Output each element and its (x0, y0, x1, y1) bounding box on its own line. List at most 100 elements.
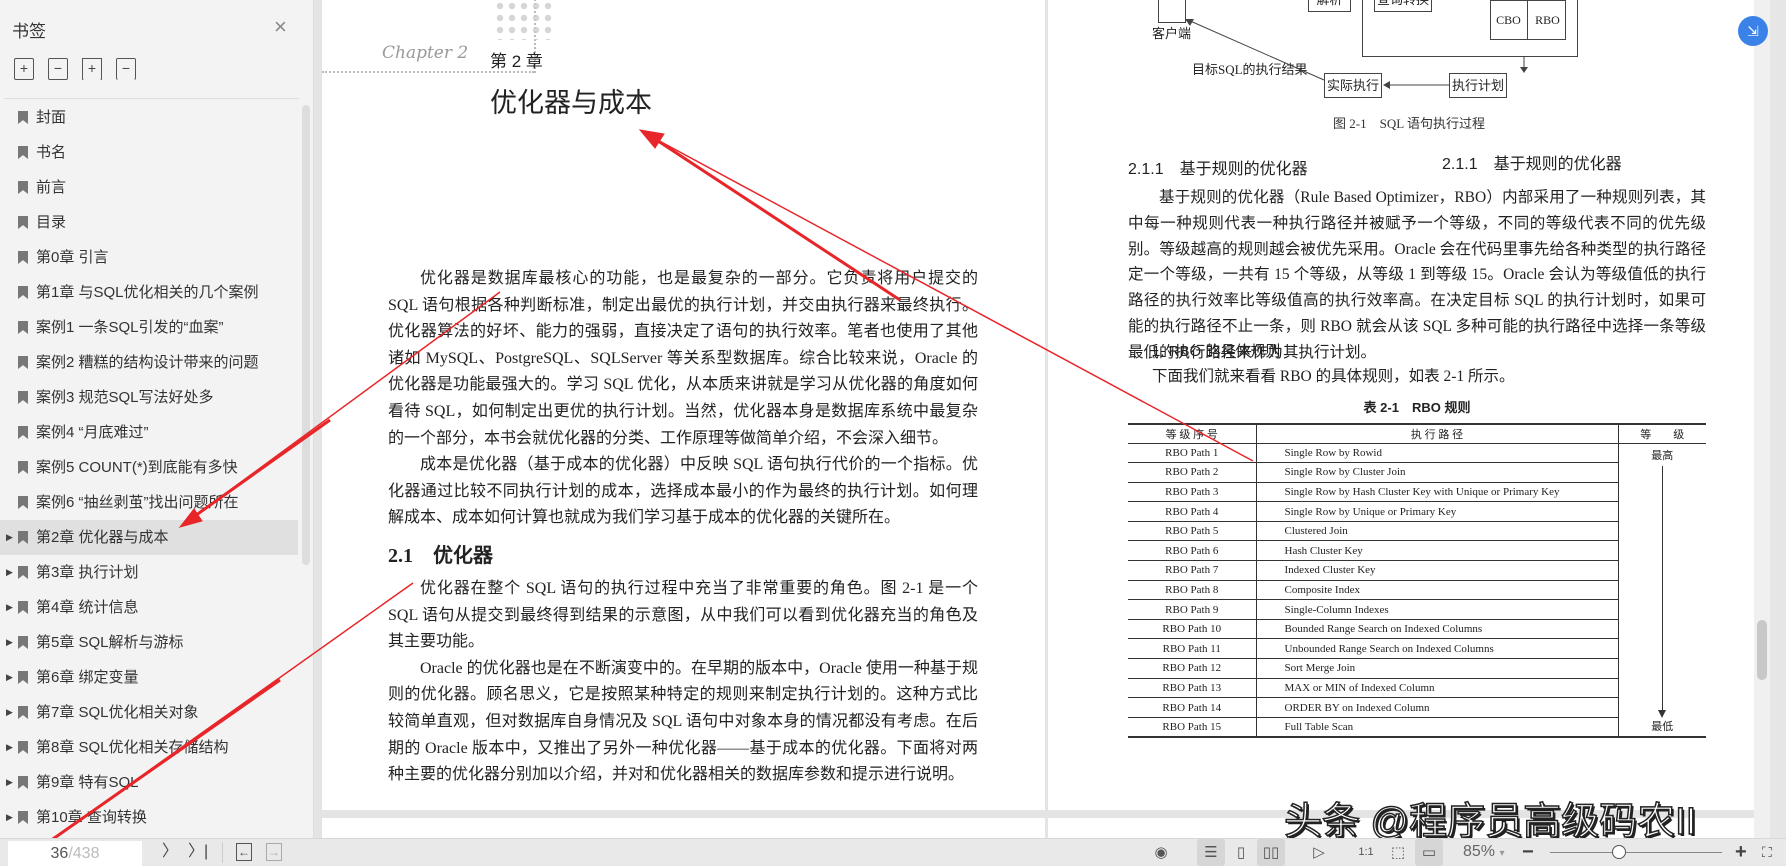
bookmark-label: 第0章 引言 (36, 249, 109, 266)
vertical-scrollbar[interactable] (1754, 0, 1770, 838)
expand-arrow-icon[interactable]: ▶ (6, 660, 13, 695)
paragraph: 成本是优化器（基于成本的优化器）中反映 SQL 语句执行代价的一个指标。优化器通… (388, 456, 978, 527)
bookmark-icon (18, 146, 28, 159)
expand-arrow-icon[interactable]: ▶ (6, 800, 13, 835)
bookmark-item[interactable]: 案例3 规范SQL写法好处多 (0, 380, 298, 415)
zoom-out-button[interactable]: − (1522, 842, 1534, 862)
sidebar-scrollbar[interactable] (302, 105, 310, 565)
fit-page-icon[interactable]: ⬚ (1384, 839, 1412, 866)
rank-number: RBO Path 14 (1128, 697, 1257, 718)
bookmark-item[interactable]: ▶ 第3章 执行计划 (0, 555, 298, 590)
bookmark-icon (18, 601, 28, 614)
close-icon[interactable]: × (274, 14, 287, 40)
rank-number: RBO Path 1 (1128, 443, 1257, 463)
bookmark-item[interactable]: ▶ 第8章 SQL优化相关存储结构 (0, 730, 298, 765)
bookmark-item[interactable]: ▶ 第6章 绑定变量 (0, 660, 298, 695)
bookmark-item[interactable]: ▶ 第5章 SQL解析与游标 (0, 625, 298, 660)
bookmark-item[interactable]: 封面 (0, 100, 298, 135)
bookmark-item[interactable]: 案例6 “抽丝剥茧”找出问题所在 (0, 485, 298, 520)
zoom-in-button[interactable]: + (1735, 842, 1747, 862)
bookmark-item[interactable]: 案例4 “月底难过” (0, 415, 298, 450)
execution-path: Single Row by Rowid (1256, 443, 1619, 463)
execution-path: Bounded Range Search on Indexed Columns (1256, 619, 1619, 639)
chevron-down-icon: ▾ (1499, 848, 1505, 859)
bookmark-item[interactable]: 前言 (0, 170, 298, 205)
eye-protection-icon[interactable]: ◉ (1147, 839, 1175, 866)
two-page-icon[interactable]: ▯▯ (1257, 839, 1285, 866)
rank-number: RBO Path 3 (1128, 482, 1257, 502)
next-page-button[interactable]: 〉 (162, 842, 178, 862)
expand-arrow-icon[interactable]: ▶ (6, 695, 13, 730)
bookmark-item[interactable]: 案例1 一条SQL引发的“血案” (0, 310, 298, 345)
continuous-view-icon[interactable]: ☰ (1197, 839, 1225, 866)
execution-path: Single-Column Indexes (1256, 599, 1619, 620)
rank-number: RBO Path 2 (1128, 462, 1257, 483)
forward-button[interactable]: → (266, 843, 282, 861)
bookmark-icon (18, 776, 28, 789)
bookmark-label: 第4章 统计信息 (36, 599, 139, 616)
expand-arrow-icon[interactable]: ▶ (6, 590, 13, 625)
expand-arrow-icon[interactable]: ▶ (6, 730, 13, 765)
fit-width-icon[interactable]: ▭ (1415, 839, 1443, 866)
scrollbar-thumb[interactable] (1757, 620, 1767, 680)
expand-all-icon[interactable]: + (14, 58, 34, 80)
bookmark-item[interactable]: ▶ 第10章 查询转换 (0, 800, 298, 835)
zoom-slider[interactable] (1550, 845, 1722, 859)
chapter-logo: Chapter 2 (382, 43, 469, 63)
rank-number: RBO Path 12 (1128, 658, 1257, 679)
last-page-button[interactable]: 〉| (188, 842, 208, 862)
rank-column: 最高 最低 (1618, 443, 1706, 737)
single-page-icon[interactable]: ▯ (1227, 839, 1255, 866)
subsection-heading: 2.1.1 基于规则的优化器 (1442, 156, 1622, 173)
remove-bookmark-icon[interactable]: − (116, 58, 136, 80)
expand-arrow-icon[interactable]: ▶ (6, 555, 13, 590)
bookmark-item[interactable]: 案例2 糟糕的结构设计带来的问题 (0, 345, 298, 380)
bookmark-label: 案例1 一条SQL引发的“血案” (36, 319, 224, 336)
rank-number: RBO Path 15 (1128, 717, 1257, 737)
bookmark-item[interactable]: 目录 (0, 205, 298, 240)
bookmark-item[interactable]: ▶ 第7章 SQL优化相关对象 (0, 695, 298, 730)
bookmark-label: 封面 (36, 109, 67, 126)
bookmark-item[interactable]: 第1章 与SQL优化相关的几个案例 (0, 275, 298, 310)
fullscreen-icon[interactable]: ⛶ (1762, 842, 1772, 862)
paragraph: 基于规则的优化器（Rule Based Optimizer，RBO）内部采用了一… (1128, 189, 1706, 361)
bookmark-item[interactable]: 案例5 COUNT(*)到底能有多快 (0, 450, 298, 485)
floating-action-icon[interactable]: ⇲ (1738, 16, 1768, 46)
add-bookmark-icon[interactable]: + (82, 58, 102, 80)
actual-size-button[interactable]: 1:1 (1352, 839, 1380, 866)
rule-intro: 下面我们就来看看 RBO 的具体规则，如表 2-1 所示。 (1152, 368, 1515, 385)
bookmark-label: 目录 (36, 214, 67, 231)
paragraph: 优化器在整个 SQL 语句的执行过程中充当了非常重要的角色。图 2-1 是一个 … (388, 580, 978, 651)
expand-arrow-icon[interactable]: ▶ (6, 520, 13, 555)
rbo-table: 等 级 序 号 执 行 路 径 等 级 RBO Path 1 Single Row… (1128, 423, 1706, 738)
zoom-select[interactable]: 85% ▾ (1463, 842, 1505, 864)
rank-number: RBO Path 8 (1128, 580, 1257, 600)
back-button[interactable]: ← (236, 843, 252, 861)
rank-number: RBO Path 5 (1128, 521, 1257, 541)
zoom-slider-knob[interactable] (1611, 845, 1626, 859)
rank-number: RBO Path 11 (1128, 638, 1257, 659)
expand-arrow-icon[interactable]: ▶ (6, 625, 13, 660)
execution-path: MAX or MIN of Indexed Column (1256, 678, 1619, 698)
expand-arrow-icon[interactable]: ▶ (6, 765, 13, 800)
bookmark-panel: 书签 × + − + − 封面 书名 前言 目录 第0章 引言 第1章 与SQL优化相关的… (0, 0, 314, 838)
chapter-title: 优化器与成本 (490, 88, 652, 118)
arrow-down-icon (1658, 709, 1667, 718)
section-heading: 2.1 优化器 (388, 545, 493, 567)
play-icon[interactable]: ▷ (1305, 839, 1333, 866)
bookmark-icon (18, 811, 28, 824)
bookmark-item[interactable]: 第0章 引言 (0, 240, 298, 275)
page-number-input[interactable]: 36/438 (8, 841, 142, 866)
bookmark-icon (18, 531, 28, 544)
bookmark-item[interactable]: 书名 (0, 135, 298, 170)
execution-path: Single Row by Hash Cluster Key with Uniq… (1256, 482, 1619, 502)
rule-heading: 1. RBO 的具体规则 (1152, 343, 1281, 360)
bookmark-item[interactable]: ▶ 第9章 特有SQL (0, 765, 298, 800)
bookmark-label: 第8章 SQL优化相关存储结构 (36, 739, 229, 756)
bookmark-label: 案例6 “抽丝剥茧”找出问题所在 (36, 494, 239, 511)
table-row: RBO Path 1 Single Row by Rowid 最高 最低 (1128, 443, 1706, 733)
bookmark-item[interactable]: ▶ 第2章 优化器与成本 (0, 520, 298, 555)
collapse-all-icon[interactable]: − (48, 58, 68, 80)
zoom-value: 85% (1463, 843, 1496, 860)
bookmark-item[interactable]: ▶ 第4章 统计信息 (0, 590, 298, 625)
